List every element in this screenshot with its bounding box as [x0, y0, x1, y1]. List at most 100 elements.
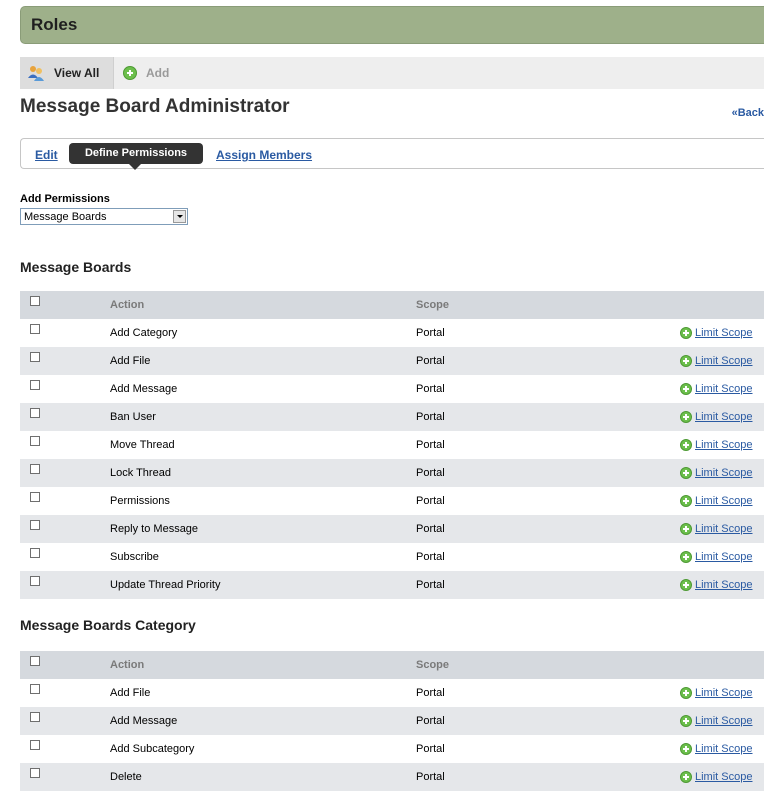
limit-scope-link[interactable]: Limit Scope [695, 523, 752, 535]
row-checkbox[interactable] [30, 379, 40, 390]
row-checkbox[interactable] [30, 575, 40, 586]
limit-scope[interactable]: Limit Scope [680, 687, 752, 700]
limit-scope-link[interactable]: Limit Scope [695, 411, 752, 423]
back-link[interactable]: «Back [732, 107, 764, 119]
limit-scope[interactable]: Limit Scope [680, 355, 752, 368]
limit-scope-link[interactable]: Limit Scope [695, 327, 752, 339]
limit-scope-link[interactable]: Limit Scope [695, 743, 752, 755]
row-action: Subscribe [110, 551, 159, 563]
select-value: Message Boards [24, 211, 107, 223]
row-scope: Portal [416, 571, 674, 599]
limit-scope[interactable]: Limit Scope [680, 411, 752, 424]
add-icon [680, 715, 692, 728]
section-title-message-boards-category: Message Boards Category [20, 617, 196, 633]
row-checkbox[interactable] [30, 435, 40, 446]
table-row: Lock Thread Portal Limit Scope [20, 459, 764, 487]
add-icon [680, 551, 692, 564]
row-checkbox[interactable] [30, 407, 40, 418]
tab-assign-members[interactable]: Assign Members [216, 148, 312, 162]
limit-scope[interactable]: Limit Scope [680, 551, 752, 564]
limit-scope[interactable]: Limit Scope [680, 495, 752, 508]
add-icon [680, 411, 692, 424]
limit-scope-link[interactable]: Limit Scope [695, 579, 752, 591]
tab-define-permissions[interactable]: Define Permissions [69, 143, 203, 170]
column-action: Action [110, 291, 416, 319]
add-label: Add [146, 66, 170, 80]
row-scope: Portal [416, 439, 445, 451]
view-all-button[interactable]: View All [20, 57, 114, 89]
add-icon [680, 383, 692, 396]
column-scope: Scope [416, 651, 674, 679]
view-all-label: View All [54, 66, 100, 80]
limit-scope-link[interactable]: Limit Scope [695, 551, 752, 563]
row-scope: Portal [416, 551, 445, 563]
section-title-message-boards: Message Boards [20, 259, 132, 275]
limit-scope[interactable]: Limit Scope [680, 715, 752, 728]
table-row: Subscribe Portal Limit Scope [20, 543, 764, 571]
row-action: Add File [110, 687, 151, 699]
row-checkbox[interactable] [30, 767, 40, 778]
row-action: Delete [110, 763, 416, 791]
limit-scope-link[interactable]: Limit Scope [695, 771, 752, 783]
limit-scope-link[interactable]: Limit Scope [695, 687, 752, 699]
limit-scope[interactable]: Limit Scope [680, 771, 752, 784]
row-action: Add Message [110, 707, 416, 735]
add-button[interactable]: Add [123, 57, 183, 89]
column-scope: Scope [416, 291, 674, 319]
permissions-table-message-boards-category: Action Scope Add File Portal Limit Scope Ad… [20, 651, 764, 791]
limit-scope[interactable]: Limit Scope [680, 383, 752, 396]
add-icon [680, 523, 692, 536]
row-checkbox[interactable] [30, 739, 40, 750]
row-checkbox[interactable] [30, 463, 40, 474]
tab-edit[interactable]: Edit [35, 148, 58, 162]
limit-scope[interactable]: Limit Scope [680, 327, 752, 340]
table-row: Reply to Message Portal Limit Scope [20, 515, 764, 543]
limit-scope[interactable]: Limit Scope [680, 743, 752, 756]
table-row: Add Subcategory Portal Limit Scope [20, 735, 764, 763]
row-action: Add Category [110, 327, 178, 339]
row-action: Add Message [110, 383, 178, 395]
table-row: Update Thread Priority Portal Limit Scope [20, 571, 764, 599]
table-row: Add File Portal Limit Scope [20, 679, 764, 707]
row-scope: Portal [416, 495, 445, 507]
add-permissions-label: Add Permissions [20, 193, 110, 205]
portlet-title: Roles [31, 15, 78, 34]
select-all-checkbox[interactable] [30, 655, 40, 666]
add-icon [680, 355, 692, 368]
add-icon [680, 579, 692, 592]
table-row: Add File Portal Limit Scope [20, 347, 764, 375]
limit-scope-link[interactable]: Limit Scope [695, 495, 752, 507]
limit-scope-link[interactable]: Limit Scope [695, 467, 752, 479]
row-checkbox[interactable] [30, 323, 40, 334]
row-checkbox[interactable] [30, 491, 40, 502]
select-all-checkbox[interactable] [30, 295, 40, 306]
limit-scope-link[interactable]: Limit Scope [695, 439, 752, 451]
row-checkbox[interactable] [30, 683, 40, 694]
users-icon [28, 66, 44, 81]
row-scope: Portal [416, 763, 674, 791]
table-row: Permissions Portal Limit Scope [20, 487, 764, 515]
row-checkbox[interactable] [30, 351, 40, 362]
limit-scope-link[interactable]: Limit Scope [695, 355, 752, 367]
limit-scope[interactable]: Limit Scope [680, 439, 752, 452]
add-icon [680, 467, 692, 480]
row-checkbox[interactable] [30, 519, 40, 530]
add-icon [680, 771, 692, 784]
table-row: Add Message Portal Limit Scope [20, 707, 764, 735]
add-permissions-select[interactable]: Message Boards [20, 208, 188, 225]
limit-scope-link[interactable]: Limit Scope [695, 715, 752, 727]
row-action: Move Thread [110, 439, 175, 451]
limit-scope-link[interactable]: Limit Scope [695, 383, 752, 395]
limit-scope[interactable]: Limit Scope [680, 467, 752, 480]
add-icon [680, 743, 692, 756]
row-action: Update Thread Priority [110, 571, 416, 599]
add-icon [680, 327, 692, 340]
limit-scope[interactable]: Limit Scope [680, 523, 752, 536]
row-checkbox[interactable] [30, 547, 40, 558]
chevron-down-icon[interactable] [173, 210, 186, 223]
row-action: Add Subcategory [110, 743, 195, 755]
row-action: Permissions [110, 495, 170, 507]
page-title: Message Board Administrator [20, 96, 290, 117]
row-checkbox[interactable] [30, 711, 40, 722]
limit-scope[interactable]: Limit Scope [680, 579, 752, 592]
